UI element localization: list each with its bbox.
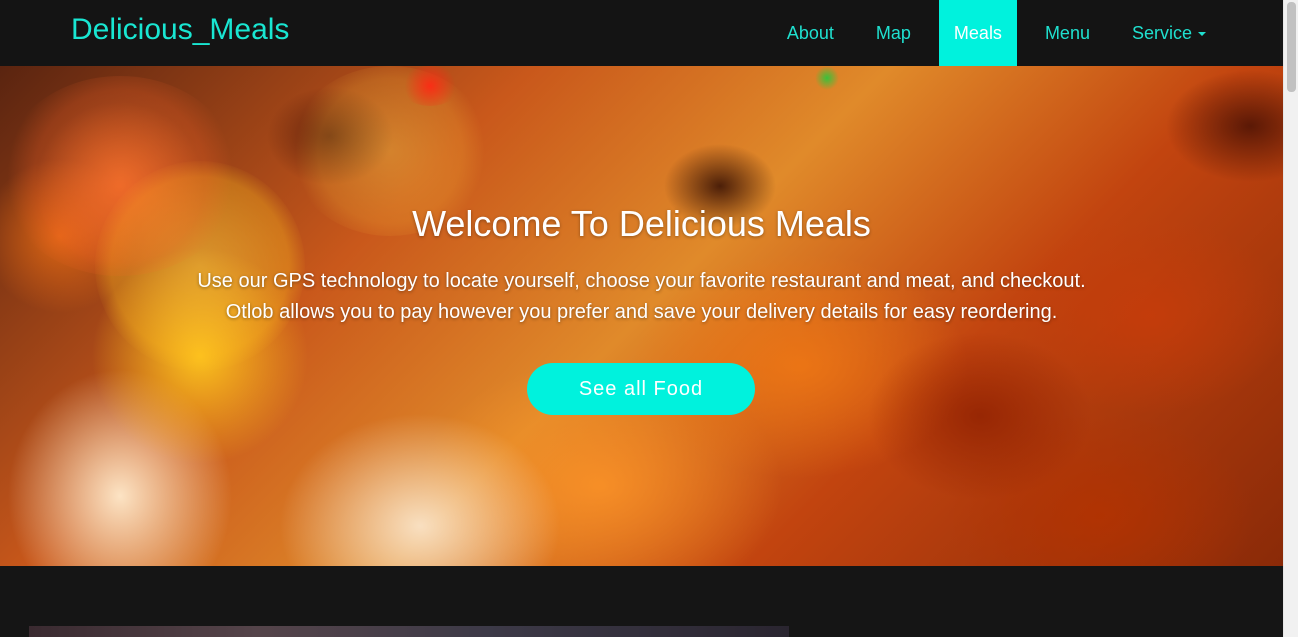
nav-item-menu[interactable]: Menu (1031, 0, 1104, 66)
hero-description-line: Use our GPS technology to locate yoursel… (197, 270, 1086, 292)
caret-down-icon (1198, 32, 1206, 36)
nav-item-service-dropdown[interactable]: Service (1118, 0, 1220, 66)
hero-title: Welcome To Delicious Meals (412, 203, 871, 244)
hero-banner: Welcome To Delicious Meals Use our GPS t… (0, 66, 1283, 566)
bokeh-light (815, 66, 839, 90)
nav-item-label: Menu (1044, 22, 1090, 43)
bokeh-light (95, 161, 305, 371)
bokeh-light (0, 76, 240, 276)
brand-logo-link[interactable]: Delicious_Meals (71, 13, 289, 47)
see-all-food-button[interactable]: See all Food (527, 363, 755, 415)
vertical-scrollbar[interactable] (1283, 0, 1298, 637)
nav-item-label: Service (1131, 22, 1192, 43)
nav-item-map[interactable]: Map (862, 0, 925, 66)
nav-item-label: Map (875, 22, 911, 43)
page: Delicious_Meals About Map Meals Menu Ser… (0, 0, 1283, 637)
nav-item-label: Meals (953, 22, 1002, 43)
nav-item-about[interactable]: About (773, 0, 848, 66)
bokeh-light (400, 66, 460, 106)
navbar: Delicious_Meals About Map Meals Menu Ser… (0, 0, 1283, 66)
nav-menu: About Map Meals Menu Service (773, 0, 1220, 66)
scrollbar-thumb[interactable] (1287, 2, 1296, 92)
section-image (29, 626, 789, 637)
nav-item-meals[interactable]: Meals (938, 0, 1017, 66)
nav-item-label: About (786, 22, 834, 43)
hero-description-line: Otlob allows you to pay however you pref… (225, 301, 1058, 323)
